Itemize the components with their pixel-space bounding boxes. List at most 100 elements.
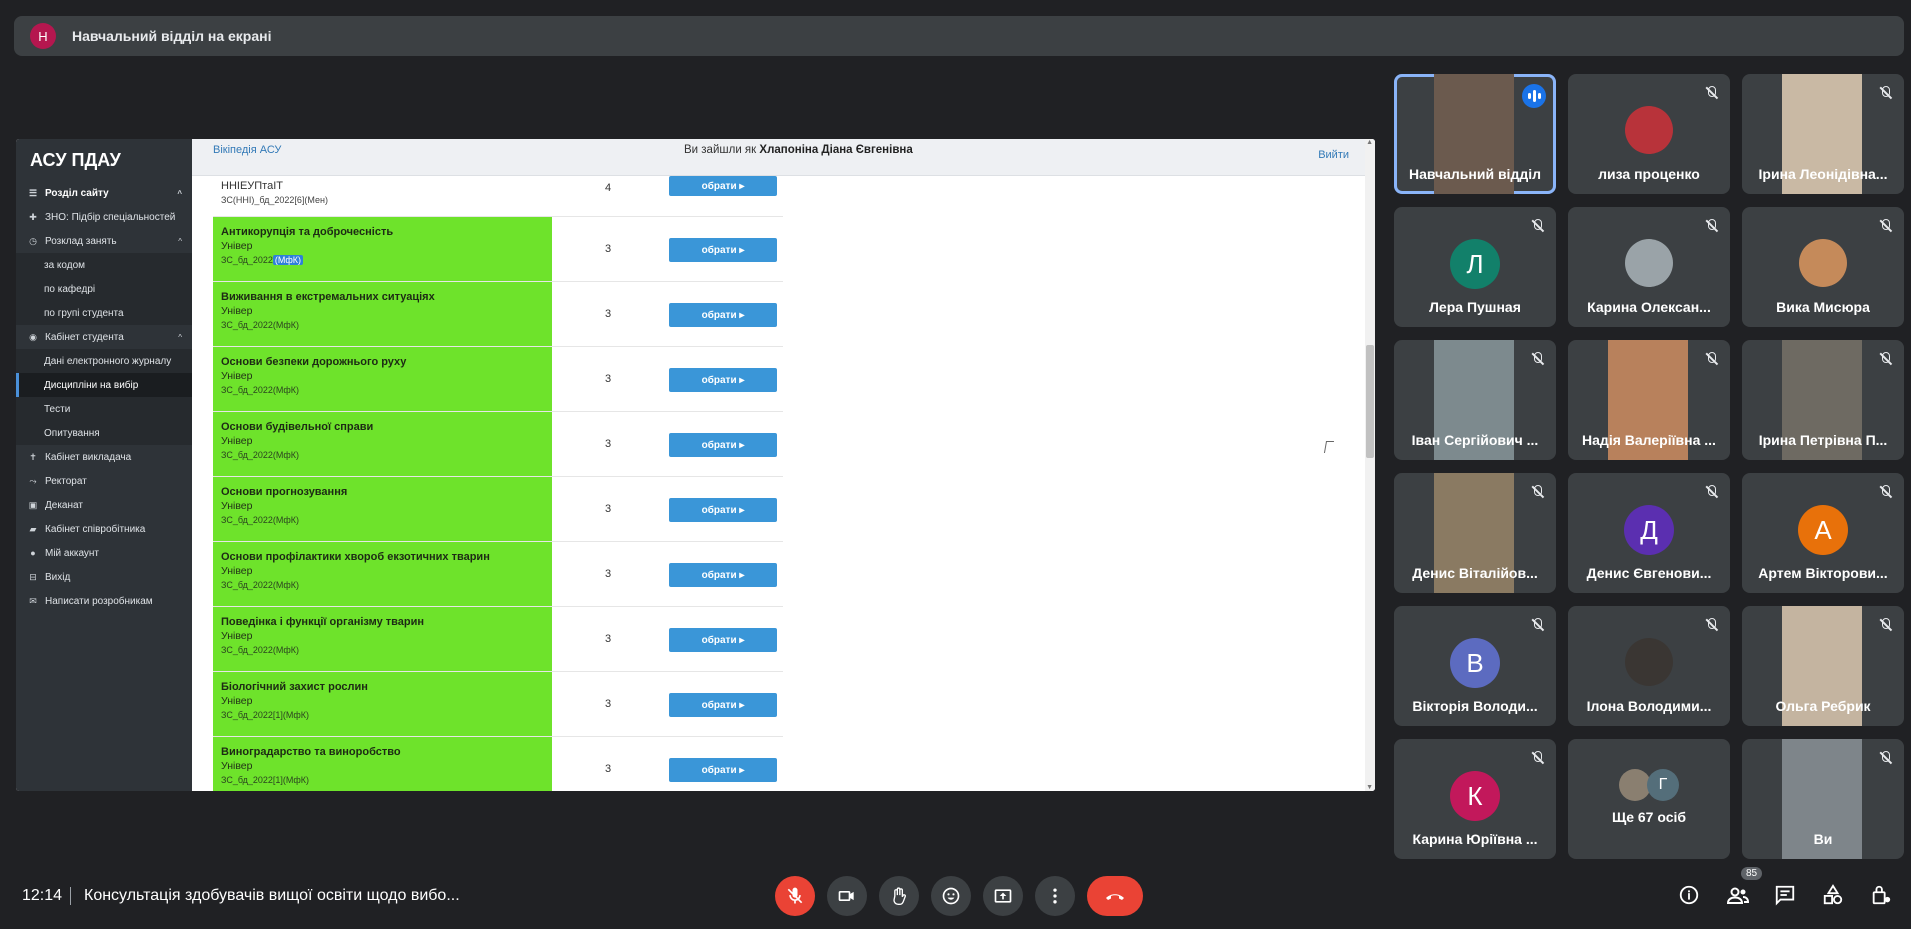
chat-icon xyxy=(1775,885,1795,906)
choose-button[interactable]: обрати ▸ xyxy=(669,628,777,652)
sidebar-item[interactable]: Дані електронного журналу xyxy=(16,349,192,373)
participant-tile[interactable]: Навчальний відділ xyxy=(1394,74,1556,194)
choose-button[interactable]: обрати ▸ xyxy=(669,238,777,262)
divider xyxy=(70,887,71,905)
sidebar-item[interactable]: Тести xyxy=(16,397,192,421)
credits-value: 3 xyxy=(605,633,612,645)
sidebar-item-label: по групі студента xyxy=(44,307,124,319)
sidebar-item[interactable]: ▰ Кабінет співробітника xyxy=(16,517,192,541)
sidebar-item-label: Тести xyxy=(44,403,71,415)
user-name: Хлапоніна Діана Євгенівна xyxy=(759,144,913,156)
participant-name: Ілона Володими... xyxy=(1586,698,1712,714)
present-button[interactable] xyxy=(983,876,1023,916)
chevron-up-icon[interactable]: ^ xyxy=(178,333,182,342)
sidebar-item[interactable]: за кодом xyxy=(16,253,192,277)
sidebar-item[interactable]: ☰ Розділ сайту ^ xyxy=(16,181,192,205)
participant-tile[interactable]: В Вікторія Володи... xyxy=(1394,606,1556,726)
sidebar-item[interactable]: ⊟ Вихід xyxy=(16,565,192,589)
choose-button[interactable]: обрати ▸ xyxy=(669,693,777,717)
chevron-up-icon[interactable]: ^ xyxy=(177,189,182,198)
reactions-button[interactable] xyxy=(931,876,971,916)
shapes-icon xyxy=(1823,884,1843,905)
discipline-faculty: Універ xyxy=(221,630,253,642)
sidebar-item[interactable]: Дисципліни на вибір xyxy=(16,373,192,397)
participant-tile[interactable]: Карина Олексан... xyxy=(1568,207,1730,327)
mic-muted-icon xyxy=(1704,485,1718,499)
meeting-info-button[interactable] xyxy=(1678,884,1702,908)
choose-button[interactable]: обрати ▸ xyxy=(669,433,777,457)
sidebar-item[interactable]: по групі студента xyxy=(16,301,192,325)
scrollbar[interactable]: ▲ ▼ xyxy=(1365,139,1375,791)
table-row: Основи будівельної справи Універ ЗС_бд_202… xyxy=(213,412,783,477)
choose-button[interactable]: обрати ▸ xyxy=(669,303,777,327)
participant-tile[interactable]: Л Лера Пушная xyxy=(1394,207,1556,327)
table-row: Основи безпеки дорожнього руху Універ ЗС_б… xyxy=(213,347,783,412)
mic-off-button[interactable] xyxy=(775,876,815,916)
participant-tile[interactable]: Ольга Ребрик xyxy=(1742,606,1904,726)
table-row: Біологічний захист рослин Універ ЗС_бд_202… xyxy=(213,672,783,737)
sidebar-item[interactable]: ✚ ЗНО: Підбір спеціальностей xyxy=(16,205,192,229)
participant-tile[interactable]: Ілона Володими... xyxy=(1568,606,1730,726)
participant-name: Денис Євгенови... xyxy=(1586,565,1712,581)
credits-value: 3 xyxy=(605,568,612,580)
avatar: Л xyxy=(1450,239,1500,289)
sidebar-item[interactable]: ▣ Деканат xyxy=(16,493,192,517)
sidebar-item[interactable]: ⤳ Ректорат xyxy=(16,469,192,493)
participant-tile[interactable]: Д Денис Євгенови... xyxy=(1568,473,1730,593)
sidebar-item[interactable]: по кафедрі xyxy=(16,277,192,301)
participant-tile[interactable]: К Карина Юріївна ... xyxy=(1394,739,1556,859)
sidebar-item[interactable]: ◉ Кабінет студента ^ xyxy=(16,325,192,349)
sidebar-item[interactable]: ✝ Кабінет викладача xyxy=(16,445,192,469)
account-icon: ● xyxy=(30,548,36,558)
activities-button[interactable] xyxy=(1822,884,1846,908)
discipline-cell: ННІЕУПтаІТ ЗС(ННІ)_бд_2022[6](Мен) xyxy=(213,176,552,216)
scroll-down-arrow[interactable]: ▼ xyxy=(1366,784,1373,791)
participant-tile[interactable]: Ірина Петрівна П... xyxy=(1742,340,1904,460)
site-brand[interactable]: АСУ ПДАУ xyxy=(16,139,192,181)
participant-tile[interactable]: Ірина Леонідівна... xyxy=(1742,74,1904,194)
discipline-title: Основи прогнозування xyxy=(221,486,348,498)
participant-tile[interactable]: А Артем Вікторови... xyxy=(1742,473,1904,593)
logout-link[interactable]: Вийти xyxy=(1318,149,1349,161)
participant-tile[interactable]: Надія Валеріївна ... xyxy=(1568,340,1730,460)
participant-tile[interactable]: Г Ще 67 осіб xyxy=(1568,739,1730,859)
raise-hand-button[interactable] xyxy=(879,876,919,916)
participant-tile[interactable]: лиза проценко xyxy=(1568,74,1730,194)
choose-button[interactable]: обрати ▸ xyxy=(669,758,777,782)
present-screen-icon xyxy=(994,889,1012,903)
choose-button[interactable]: обрати ▸ xyxy=(669,563,777,587)
sidebar-item[interactable]: ✉ Написати розробникам xyxy=(16,589,192,613)
discipline-title: Виживання в екстремальних ситуаціях xyxy=(221,291,435,303)
sidebar-item[interactable]: ● Мій аккаунт xyxy=(16,541,192,565)
participant-tile[interactable]: Ви xyxy=(1742,739,1904,859)
participant-tile[interactable]: Іван Сергійович ... xyxy=(1394,340,1556,460)
host-controls-button[interactable] xyxy=(1870,884,1894,908)
sidebar-item-label: Деканат xyxy=(45,499,83,511)
more-options-button[interactable] xyxy=(1035,876,1075,916)
choose-button[interactable]: обрати ▸ xyxy=(669,176,777,196)
people-button[interactable] xyxy=(1726,884,1750,908)
mic-muted-icon xyxy=(1704,618,1718,632)
credits-value: 3 xyxy=(605,438,612,450)
discipline-cell: Основи безпеки дорожнього руху Універ ЗС_б… xyxy=(213,347,552,411)
scroll-thumb[interactable] xyxy=(1366,345,1374,458)
discipline-title: Основи безпеки дорожнього руху xyxy=(221,356,407,368)
participant-name: Вікторія Володи... xyxy=(1412,698,1538,714)
sidebar-item-label: Кабінет співробітника xyxy=(45,523,146,535)
more-avatars: Г xyxy=(1619,769,1679,801)
camera-button[interactable] xyxy=(827,876,867,916)
sidebar-item[interactable]: ◷ Розклад занять ^ xyxy=(16,229,192,253)
highlighted-text: (МфК) xyxy=(272,255,304,265)
sidebar-item[interactable]: Опитування xyxy=(16,421,192,445)
sidebar-item-label: Розділ сайту xyxy=(45,187,109,199)
participant-tile[interactable]: Денис Віталійов... xyxy=(1394,473,1556,593)
discipline-cell: Основи прогнозування Універ ЗС_бд_2022(МфК… xyxy=(213,477,552,541)
choose-button[interactable]: обрати ▸ xyxy=(669,368,777,392)
chevron-up-icon[interactable]: ^ xyxy=(178,237,182,246)
chat-button[interactable] xyxy=(1774,884,1798,908)
scroll-up-arrow[interactable]: ▲ xyxy=(1366,139,1373,146)
wiki-link[interactable]: Вікіпедія АСУ xyxy=(213,144,281,156)
leave-call-button[interactable] xyxy=(1087,876,1143,916)
choose-button[interactable]: обрати ▸ xyxy=(669,498,777,522)
participant-tile[interactable]: Вика Мисюра xyxy=(1742,207,1904,327)
